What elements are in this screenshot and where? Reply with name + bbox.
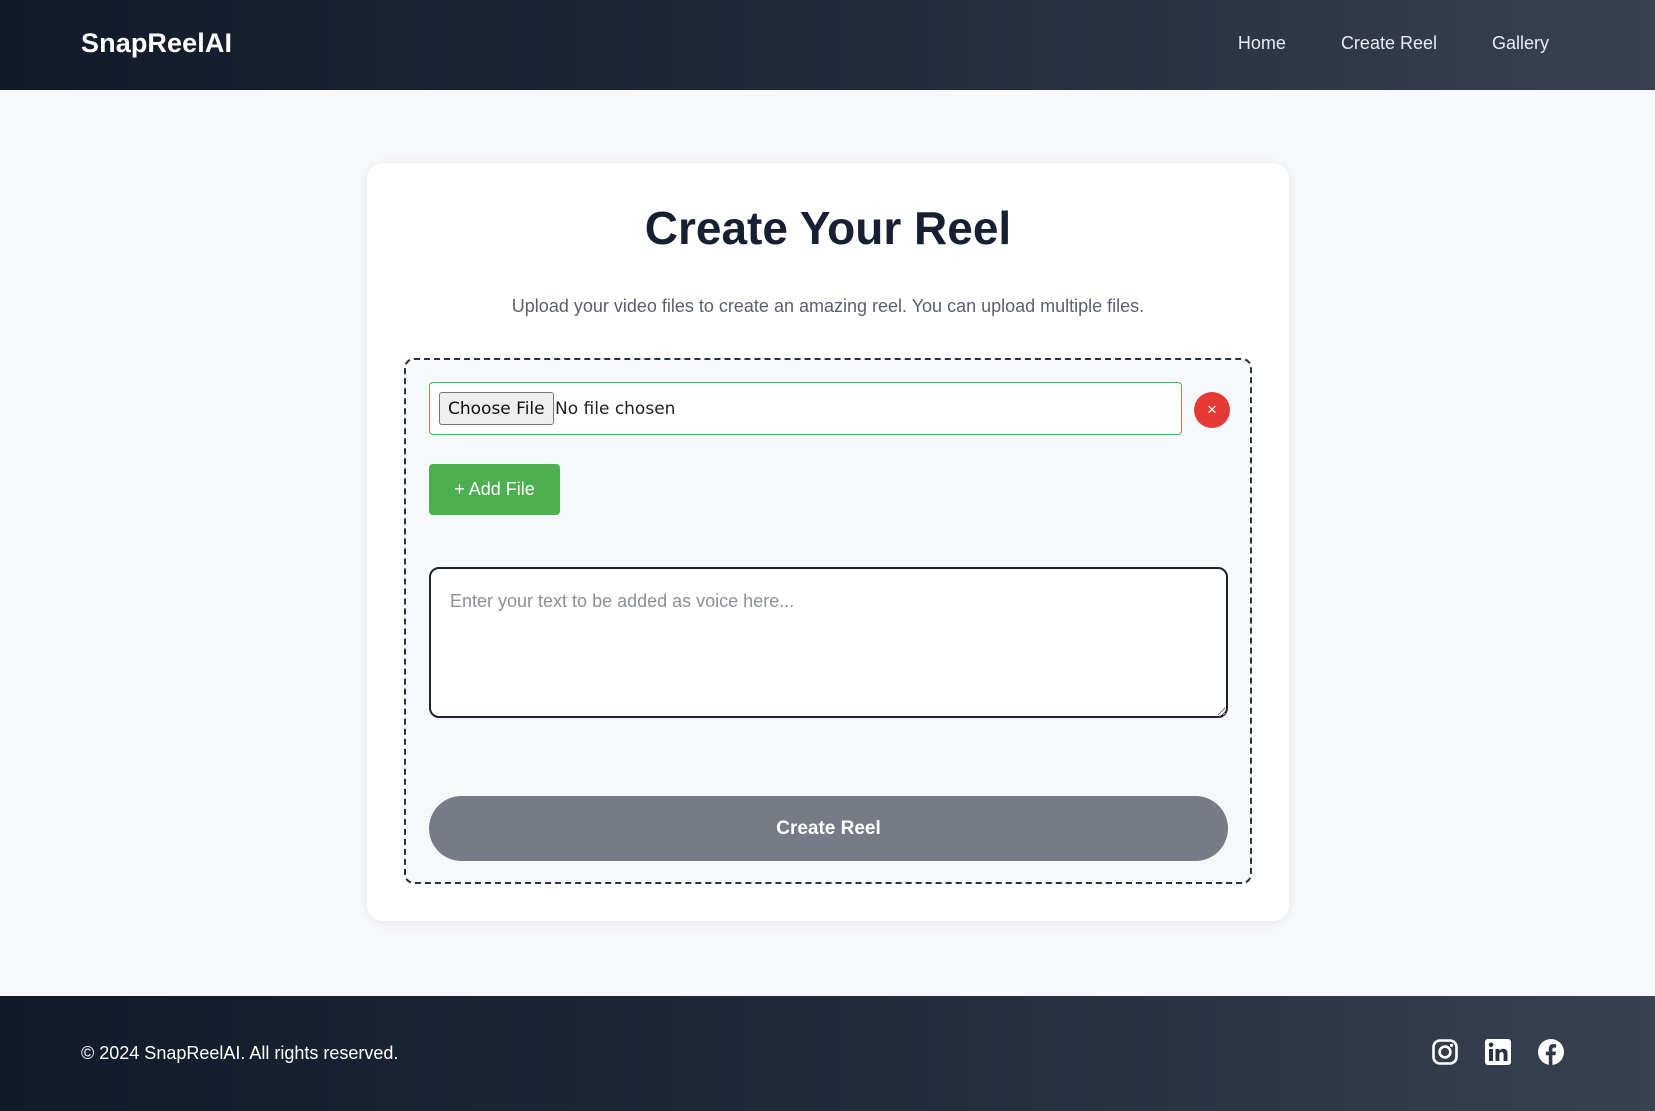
nav-link-create-reel[interactable]: Create Reel [1341,33,1437,54]
nav-link-home[interactable]: Home [1238,33,1286,54]
voice-text-input[interactable] [429,567,1228,718]
add-file-button[interactable]: + Add File [429,464,560,515]
create-reel-button[interactable]: Create Reel [429,796,1228,861]
nav-link-gallery[interactable]: Gallery [1492,33,1549,54]
file-status-text: No file chosen [555,399,676,419]
main-nav: Home Create Reel Gallery [1238,33,1549,54]
remove-file-button[interactable]: × [1194,392,1230,428]
create-reel-card: Create Your Reel Upload your video files… [367,163,1289,921]
page-subtitle: Upload your video files to create an ama… [511,296,1145,316]
instagram-icon[interactable] [1431,1038,1459,1066]
page-title: Create Your Reel [644,202,1012,254]
page-footer: © 2024 SnapReelAI. All rights reserved. [0,996,1655,1111]
choose-file-button[interactable]: Choose File [439,392,554,425]
copyright-text: © 2024 SnapReelAI. All rights reserved. [81,1043,399,1063]
top-navbar: SnapReelAI Home Create Reel Gallery [0,0,1655,90]
upload-dropzone[interactable]: Choose File No file chosen × + Add File … [404,358,1252,884]
social-links [1431,1038,1565,1066]
brand-logo[interactable]: SnapReelAI [81,28,232,59]
linkedin-icon[interactable] [1484,1038,1512,1066]
file-input-row[interactable]: Choose File No file chosen [429,382,1182,435]
facebook-icon[interactable] [1537,1038,1565,1066]
main-content: Create Your Reel Upload your video files… [0,90,1655,996]
